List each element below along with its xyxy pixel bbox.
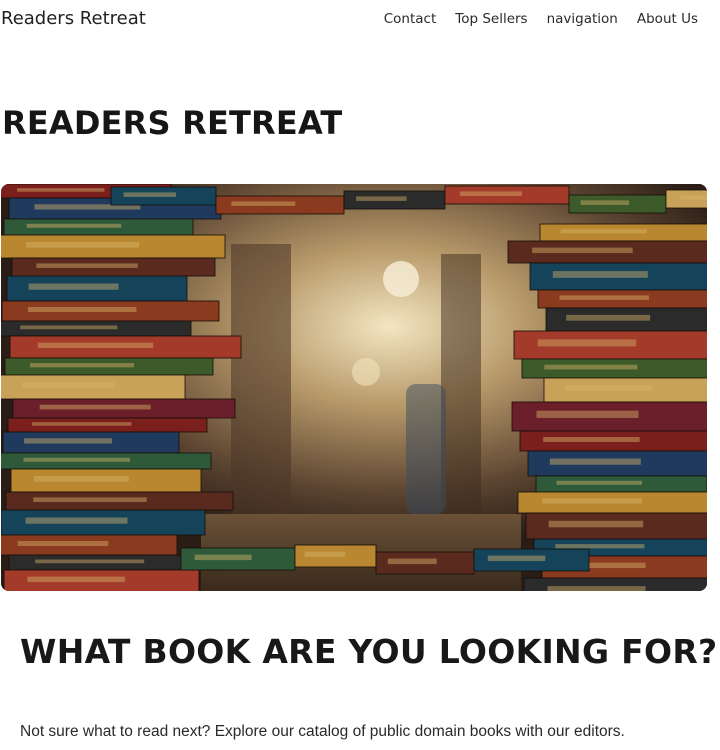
- book-spine-label: [39, 404, 151, 410]
- book-spine-label: [24, 438, 113, 444]
- books-illustration: [1, 184, 707, 591]
- book-spine-label: [17, 188, 105, 192]
- book-spine-label: [565, 385, 653, 392]
- book-spine-label: [23, 457, 131, 462]
- book-spine-label: [231, 201, 296, 206]
- section-heading: WHAT BOOK ARE YOU LOOKING FOR?: [20, 632, 718, 671]
- book-spine-label: [387, 558, 437, 565]
- book-spine-label: [17, 541, 109, 546]
- hero-image-books-arch: [1, 184, 707, 591]
- book-spine-label: [543, 437, 640, 442]
- book-spine-label: [26, 241, 140, 248]
- book-spine-label: [580, 200, 630, 205]
- page-title: READERS RETREAT: [2, 104, 343, 142]
- section-description: Not sure what to read next? Explore our …: [20, 723, 625, 740]
- nav-link-contact[interactable]: Contact: [384, 11, 437, 27]
- book-spine-label: [552, 271, 648, 278]
- book-spine-label: [548, 520, 644, 528]
- nav-link-top-sellers[interactable]: Top Sellers: [455, 11, 527, 27]
- book-spine-label: [29, 363, 134, 368]
- book-spine-label: [537, 339, 637, 347]
- book-spine-label: [37, 342, 154, 349]
- top-navbar: Readers Retreat Contact Top Sellers navi…: [0, 0, 720, 42]
- book-spine-label: [556, 480, 643, 485]
- book-spine-label: [20, 325, 118, 330]
- book-spine-label: [25, 517, 128, 524]
- book-spine-label: [28, 307, 137, 312]
- book-spine-label: [33, 497, 147, 502]
- book-spine-label: [536, 410, 639, 418]
- book-spine-label: [547, 586, 646, 591]
- brand-logo-link[interactable]: Readers Retreat: [1, 8, 146, 29]
- book-spine-label: [542, 498, 642, 504]
- book-spine-label: [33, 475, 129, 482]
- book-spine-label: [304, 551, 346, 558]
- nav-link-about-us[interactable]: About Us: [637, 11, 698, 27]
- book-spine-label: [560, 229, 647, 234]
- nav-links: Contact Top Sellers navigation About Us: [384, 11, 698, 27]
- book-spine-label: [27, 576, 125, 583]
- book-spine-label: [459, 191, 522, 196]
- book-spine-label: [544, 364, 638, 370]
- book-spine-label: [356, 196, 407, 201]
- book-spine-label: [22, 382, 115, 389]
- book-spine-label: [487, 555, 546, 562]
- book-spine-label: [549, 458, 641, 465]
- book-spine-label: [36, 263, 138, 268]
- right-book-stack: [507, 223, 707, 591]
- book-spine-label: [35, 559, 145, 564]
- book-spine-label: [26, 223, 122, 228]
- nav-link-navigation[interactable]: navigation: [547, 11, 618, 27]
- book-spine-label: [555, 544, 645, 549]
- book-spine-label: [31, 422, 132, 426]
- book-spine-label: [680, 195, 707, 200]
- book-spine-label: [28, 283, 119, 290]
- book-spine-label: [566, 314, 651, 321]
- book-spine-label: [532, 247, 633, 254]
- book-spine-label: [559, 295, 649, 300]
- book-spine-label: [194, 554, 252, 561]
- book-spine-label: [123, 192, 177, 197]
